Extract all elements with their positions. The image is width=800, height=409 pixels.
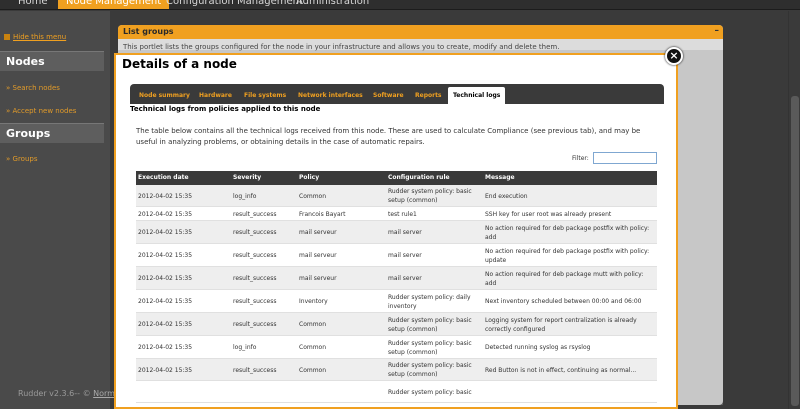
menu-home[interactable]: Home (10, 0, 56, 9)
section-title: Technical logs from policies applied to … (130, 105, 321, 113)
cell-policy: Inventory (299, 298, 328, 305)
column-message[interactable]: Message (485, 171, 515, 185)
menu-administration[interactable]: Administration (288, 0, 377, 9)
cell-configuration-rule: mail server (388, 252, 422, 259)
cell-severity: result_success (233, 321, 277, 328)
modal-title: Details of a node (122, 57, 237, 71)
page-scrollbar[interactable] (788, 11, 800, 409)
cell-message: End execution (485, 193, 528, 200)
table-row: 2012-04-02 15:35 result_success mail serve… (136, 221, 657, 244)
footer-version: Rudder v2.3.6-- © (18, 389, 91, 398)
tab-reports[interactable]: Reports (410, 87, 447, 104)
top-menu-bar: Home Node Management Configuration Manag… (0, 0, 800, 10)
column-policy[interactable]: Policy (299, 171, 319, 185)
tab-node-summary[interactable]: Node summary (134, 87, 195, 104)
cell-policy: mail serveur (299, 252, 337, 259)
sidebar-section-groups: Groups (0, 123, 104, 143)
cell-message: Logging system for report centralization… (485, 317, 637, 333)
tab-hardware[interactable]: Hardware (194, 87, 237, 104)
intro-text: The table below contains all the technic… (136, 127, 641, 146)
cell-policy: Francois Bayart (299, 211, 346, 218)
close-modal-button[interactable]: × (665, 47, 683, 65)
tab-network-interfaces[interactable]: Network interfaces (293, 87, 368, 104)
cell-execution-date: 2012-04-02 15:35 (138, 298, 193, 305)
table-row: 2012-04-02 15:35 result_success mail serve… (136, 244, 657, 267)
portlet-title: List groups (123, 27, 174, 36)
cell-configuration-rule: Rudder system policy: basic setup (commo… (388, 317, 472, 333)
table-row: 2012-04-02 15:35 log_info Common Rudder sys… (136, 336, 657, 359)
column-configuration-rule[interactable]: Configuration rule (388, 171, 450, 185)
cell-message: No action required for deb package mutt … (485, 271, 644, 287)
cell-severity: result_success (233, 367, 277, 374)
cell-configuration-rule: Rudder system policy: daily inventory (388, 294, 471, 310)
cell-severity: result_success (233, 275, 277, 282)
cell-execution-date: 2012-04-02 15:35 (138, 193, 193, 200)
tab-software[interactable]: Software (368, 87, 409, 104)
column-severity[interactable]: Severity (233, 171, 261, 185)
cell-configuration-rule: Rudder system policy: basic setup (commo… (388, 188, 472, 204)
table-row: 2012-04-02 15:35 result_success Francois B… (136, 207, 657, 221)
cell-severity: log_info (233, 344, 257, 351)
table-row: 2012-04-02 15:35 result_success mail serve… (136, 267, 657, 290)
table-row: 2012-04-02 15:35 result_success Common Rudd… (136, 313, 657, 336)
cell-policy: Common (299, 367, 327, 374)
cell-policy: mail serveur (299, 275, 337, 282)
cell-message: SSH key for user root was already presen… (485, 211, 612, 218)
cell-policy: mail serveur (299, 229, 337, 236)
close-icon: × (669, 49, 679, 62)
sidebar-item-groups[interactable]: » Groups (6, 155, 37, 163)
node-tabs: Node summary Hardware File systems Netwo… (130, 84, 664, 104)
filter-input[interactable] (593, 152, 657, 164)
column-execution-date[interactable]: Execution date (138, 171, 189, 185)
cell-execution-date: 2012-04-02 15:35 (138, 211, 193, 218)
cell-message: No action required for deb package postf… (485, 225, 650, 241)
sidebar-item-search-nodes[interactable]: » Search nodes (6, 84, 60, 92)
scrollbar-thumb[interactable] (791, 96, 799, 406)
cell-execution-date: 2012-04-02 15:35 (138, 344, 193, 351)
menu-node-management[interactable]: Node Management (58, 0, 170, 9)
cell-configuration-rule: Rudder system policy: basic (388, 389, 472, 396)
hide-menu-label: Hide this menu (13, 33, 67, 41)
portlet-collapse-button[interactable]: – (715, 25, 720, 38)
portlet-header: List groups – (118, 25, 723, 39)
cell-severity: result_success (233, 211, 277, 218)
cell-policy: Common (299, 321, 327, 328)
filter-label: Filter: (572, 155, 589, 162)
hide-menu-link[interactable]: Hide this menu (4, 33, 66, 41)
node-details-modal: Details of a node Node summary Hardware … (114, 53, 678, 409)
cell-configuration-rule: mail server (388, 275, 422, 282)
cell-severity: log_info (233, 193, 257, 200)
cell-message: Red Button is not in effect, continuing … (485, 367, 637, 374)
cell-policy: Common (299, 344, 327, 351)
hide-menu-icon (4, 34, 10, 40)
cell-severity: result_success (233, 298, 277, 305)
cell-execution-date: 2012-04-02 15:35 (138, 252, 193, 259)
tab-file-systems[interactable]: File systems (239, 87, 291, 104)
table-row: 2012-04-02 15:35 result_success Inventory R… (136, 290, 657, 313)
cell-severity: result_success (233, 229, 277, 236)
tab-technical-logs[interactable]: Technical logs (448, 87, 506, 104)
cell-execution-date: 2012-04-02 15:35 (138, 367, 193, 374)
table-row: 2012-04-02 15:35 result_success Common Rudd… (136, 359, 657, 381)
cell-configuration-rule: mail server (388, 229, 422, 236)
cell-execution-date: 2012-04-02 15:35 (138, 229, 193, 236)
cell-configuration-rule: test rule1 (388, 211, 417, 218)
cell-configuration-rule: Rudder system policy: basic setup (commo… (388, 340, 472, 356)
table-row: Rudder system policy: basic (136, 381, 657, 403)
cell-severity: result_success (233, 252, 277, 259)
cell-policy: Common (299, 193, 327, 200)
sidebar: Hide this menu Nodes » Search nodes » Ac… (0, 11, 110, 409)
cell-execution-date: 2012-04-02 15:35 (138, 275, 193, 282)
sidebar-section-nodes: Nodes (0, 51, 104, 71)
table-header: Execution date Severity Policy Configura… (136, 171, 657, 185)
sidebar-item-accept-new-nodes[interactable]: » Accept new nodes (6, 107, 76, 115)
cell-message: Detected running syslog as rsyslog (485, 344, 591, 351)
cell-execution-date: 2012-04-02 15:35 (138, 321, 193, 328)
table-row: 2012-04-02 15:35 log_info Common Rudder sys… (136, 185, 657, 207)
cell-message: Next inventory scheduled between 00:00 a… (485, 298, 642, 305)
cell-configuration-rule: Rudder system policy: basic setup (commo… (388, 362, 472, 378)
cell-message: No action required for deb package postf… (485, 248, 650, 264)
